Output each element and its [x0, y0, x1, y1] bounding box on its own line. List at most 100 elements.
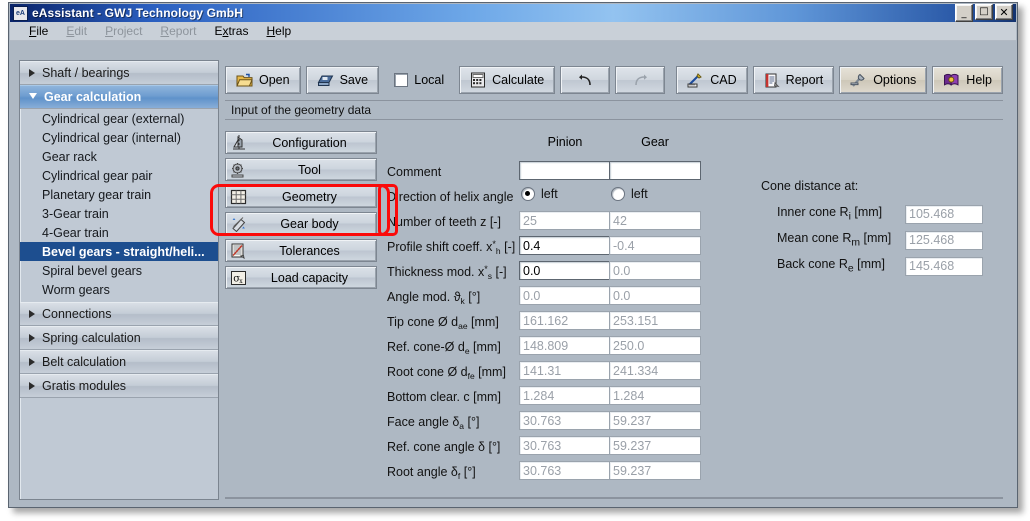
cone-distance-group: Cone distance at: Inner cone Ri [mm] 105…	[761, 179, 1021, 279]
tip-cone-gear-input[interactable]: 253.151	[609, 311, 701, 330]
sidebar-group-spring-calculation[interactable]: Spring calculation	[20, 326, 218, 350]
floppy-disk-icon	[317, 73, 334, 88]
gear-body-button[interactable]: Gear body	[225, 212, 377, 235]
tip-cone-pinion-input[interactable]: 161.162	[519, 311, 611, 330]
ref-cone-angle-pinion-input[interactable]: 30.763	[519, 436, 611, 455]
sidebar-group-shaft-bearings[interactable]: Shaft / bearings	[20, 61, 218, 85]
sidebar-group-label: Gear calculation	[44, 90, 141, 104]
menu-project[interactable]: Project	[96, 23, 151, 39]
undo-icon	[577, 74, 594, 87]
sidebar-item-bevel-gears-straight-helical[interactable]: Bevel gears - straight/heli...	[20, 242, 218, 261]
undo-button[interactable]	[560, 66, 610, 94]
root-cone-gear-input[interactable]: 241.334	[609, 361, 701, 380]
minimize-button[interactable]: _	[955, 4, 973, 22]
column-header-pinion: Pinion	[519, 135, 611, 149]
sidebar-group-connections[interactable]: Connections	[20, 302, 218, 326]
teeth-pinion-input[interactable]: 25	[519, 211, 611, 230]
profile-shift-gear-input[interactable]: -0.4	[609, 236, 701, 255]
open-button[interactable]: Open	[225, 66, 301, 94]
section-button-column: Configuration Tool Geometry	[225, 131, 377, 293]
calculate-button[interactable]: Calculate	[459, 66, 555, 94]
teeth-label: Number of teeth z [-]	[387, 215, 501, 229]
thickness-mod-gear-input[interactable]: 0.0	[609, 261, 701, 280]
chevron-down-icon	[29, 93, 37, 99]
window-title: eAssistant - GWJ Technology GmbH	[32, 6, 243, 20]
sidebar-item-cylindrical-gear-internal[interactable]: Cylindrical gear (internal)	[20, 128, 218, 147]
helix-gear-radio-group[interactable]: left	[611, 187, 648, 201]
comment-gear-input[interactable]	[609, 161, 701, 180]
tolerances-button[interactable]: Tolerances	[225, 239, 377, 262]
ref-cone-angle-gear-input[interactable]: 59.237	[609, 436, 701, 455]
comment-pinion-input[interactable]	[519, 161, 611, 180]
close-button[interactable]: ✕	[995, 4, 1013, 20]
teeth-gear-input[interactable]: 42	[609, 211, 701, 230]
menu-file[interactable]: File	[20, 23, 57, 39]
sidebar-item-label: Spiral bevel gears	[42, 264, 142, 278]
help-button[interactable]: Help	[932, 66, 1003, 94]
face-angle-pinion-input[interactable]: 30.763	[519, 411, 611, 430]
sidebar-item-gear-rack[interactable]: Gear rack	[20, 147, 218, 166]
sidebar-group-belt-calculation[interactable]: Belt calculation	[20, 350, 218, 374]
save-button[interactable]: Save	[306, 66, 380, 94]
ref-cone-gear-input[interactable]: 250.0	[609, 336, 701, 355]
sidebar-item-4-gear-train[interactable]: 4-Gear train	[20, 223, 218, 242]
sidebar-group-gear-calculation[interactable]: Gear calculation	[20, 85, 218, 109]
chevron-right-icon	[29, 69, 35, 77]
bottom-clearance-gear-input[interactable]: 1.284	[609, 386, 701, 405]
redo-button[interactable]	[615, 66, 665, 94]
menu-report[interactable]: Report	[151, 23, 205, 39]
load-capacity-button-label: Load capacity	[249, 271, 376, 285]
sidebar-group-label: Connections	[42, 307, 112, 321]
configuration-button-label: Configuration	[249, 136, 376, 150]
helix-pinion-radio-group[interactable]: left	[521, 187, 558, 201]
app-logo-icon: eA	[13, 6, 28, 21]
sidebar-item-planetary-gear-train[interactable]: Planetary gear train	[20, 185, 218, 204]
face-angle-gear-input[interactable]: 59.237	[609, 411, 701, 430]
helix-pinion-radio[interactable]	[521, 187, 535, 201]
root-cone-pinion-input[interactable]: 141.31	[519, 361, 611, 380]
geometry-button[interactable]: Geometry	[225, 185, 377, 208]
bottom-clearance-label: Bottom clear. c [mm]	[387, 390, 501, 404]
sidebar-item-cylindrical-gear-pair[interactable]: Cylindrical gear pair	[20, 166, 218, 185]
menu-edit[interactable]: Edit	[57, 23, 96, 39]
local-checkbox[interactable]	[394, 73, 408, 87]
profile-shift-pinion-input[interactable]: 0.4	[519, 236, 611, 255]
redo-icon	[632, 74, 649, 87]
sidebar-item-label: Gear rack	[42, 150, 97, 164]
sidebar-item-cylindrical-gear-external[interactable]: Cylindrical gear (external)	[20, 109, 218, 128]
tools-wrench-icon	[850, 73, 867, 88]
back-cone-input[interactable]: 145.468	[905, 257, 983, 276]
sidebar-item-3-gear-train[interactable]: 3-Gear train	[20, 204, 218, 223]
sidebar-group-label: Belt calculation	[42, 355, 126, 369]
local-checkbox-group[interactable]: Local	[384, 73, 454, 87]
inner-cone-input[interactable]: 105.468	[905, 205, 983, 224]
sidebar-item-worm-gears[interactable]: Worm gears	[20, 280, 218, 299]
load-capacity-button[interactable]: σx Load capacity	[225, 266, 377, 289]
mean-cone-input[interactable]: 125.468	[905, 231, 983, 250]
geometry-form: Pinion Gear Comment Direction of helix a…	[387, 123, 1003, 497]
sidebar-item-label: 4-Gear train	[42, 226, 109, 240]
sidebar-group-label: Gratis modules	[42, 379, 126, 393]
sidebar-group-gratis-modules[interactable]: Gratis modules	[20, 374, 218, 398]
report-button[interactable]: Report	[753, 66, 835, 94]
options-button[interactable]: Options	[839, 66, 927, 94]
angle-mod-gear-input[interactable]: 0.0	[609, 286, 701, 305]
configuration-button[interactable]: Configuration	[225, 131, 377, 154]
configuration-icon	[229, 134, 249, 152]
helix-gear-radio[interactable]	[611, 187, 625, 201]
menu-extras[interactable]: Extras	[205, 23, 257, 39]
bottom-clearance-pinion-input[interactable]: 1.284	[519, 386, 611, 405]
root-angle-gear-input[interactable]: 59.237	[609, 461, 701, 480]
root-angle-pinion-input[interactable]: 30.763	[519, 461, 611, 480]
tool-button[interactable]: Tool	[225, 158, 377, 181]
thickness-mod-pinion-input[interactable]: 0.0	[519, 261, 611, 280]
menu-bar: File Edit Project Report Extras Help	[10, 22, 1016, 41]
menu-help[interactable]: Help	[257, 23, 300, 39]
ref-cone-pinion-input[interactable]: 148.809	[519, 336, 611, 355]
screenshot-root: eA eAssistant - GWJ Technology GmbH _ □ …	[0, 0, 1030, 521]
maximize-button[interactable]: □	[975, 4, 993, 20]
face-angle-label: Face angle δa [°]	[387, 415, 479, 429]
sidebar-item-spiral-bevel-gears[interactable]: Spiral bevel gears	[20, 261, 218, 280]
angle-mod-pinion-input[interactable]: 0.0	[519, 286, 611, 305]
cad-button[interactable]: CAD	[676, 66, 747, 94]
